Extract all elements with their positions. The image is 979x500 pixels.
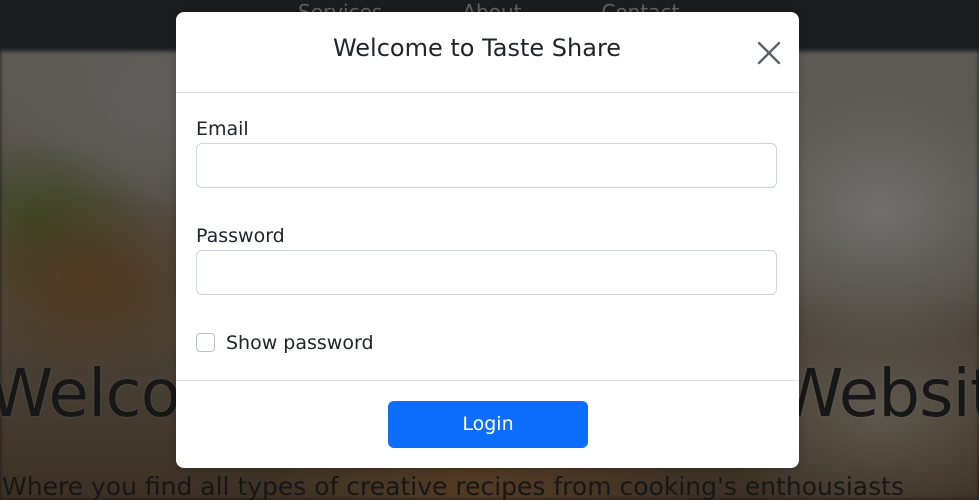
password-label: Password: [196, 225, 285, 247]
email-label: Email: [196, 118, 249, 140]
show-password-checkbox[interactable]: [196, 333, 215, 352]
close-icon: [757, 41, 781, 65]
modal-header: Welcome to Taste Share: [176, 12, 799, 93]
show-password-label[interactable]: Show password: [226, 332, 374, 354]
login-modal: Welcome to Taste Share Email Password Sh…: [176, 12, 799, 468]
modal-footer: Login: [176, 380, 799, 469]
email-field[interactable]: [196, 143, 777, 188]
login-button[interactable]: Login: [388, 401, 588, 448]
modal-title: Welcome to Taste Share: [332, 34, 622, 62]
page: Services About Contact Welcome to Taste …: [0, 0, 979, 500]
close-button[interactable]: [754, 38, 784, 68]
password-field[interactable]: [196, 250, 777, 295]
